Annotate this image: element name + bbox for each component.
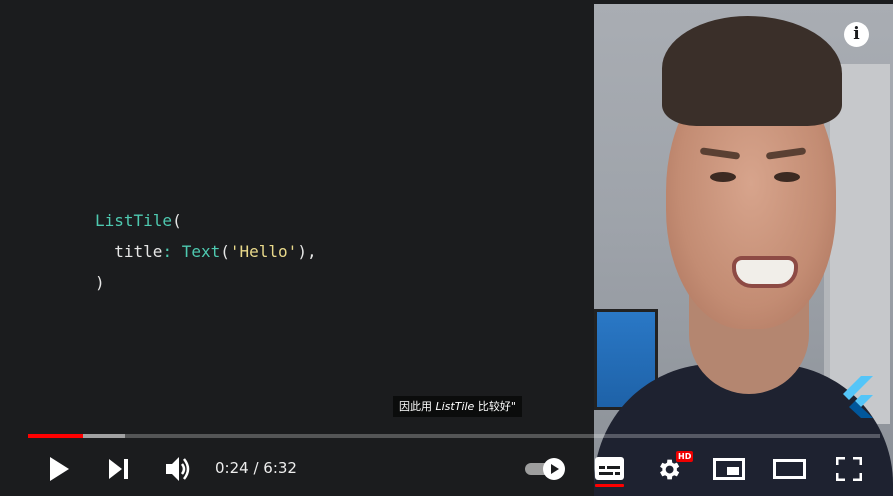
presenter-eye-left [710, 172, 736, 182]
video-player[interactable]: ListTile( title: Text('Hello'), ) i 因此用 … [0, 0, 893, 496]
presenter-eye-right [774, 172, 800, 182]
progress-track [28, 434, 880, 438]
fullscreen-icon [836, 457, 862, 481]
autoplay-toggle[interactable] [524, 457, 568, 481]
volume-icon [166, 457, 190, 481]
presenter-camera [594, 4, 893, 496]
progress-played [28, 434, 83, 438]
flutter-logo-icon [843, 376, 873, 418]
code-line-1: ListTile( [95, 211, 182, 230]
subtitles-button[interactable] [595, 457, 624, 480]
code-line-3: ) [95, 273, 105, 292]
presenter-mouth [732, 256, 798, 288]
time-display: 0:24 / 6:32 [215, 459, 297, 477]
play-button[interactable] [48, 456, 70, 482]
subtitle-caption: 因此用 ListTile 比较好" [393, 396, 522, 417]
code-line-2: title: Text('Hello'), [114, 242, 317, 261]
next-button[interactable] [108, 458, 130, 480]
subtitles-icon [595, 457, 624, 480]
miniplayer-icon [713, 458, 745, 480]
time-current: 0:24 [215, 459, 249, 477]
progress-bar[interactable] [28, 433, 880, 440]
fullscreen-button[interactable] [836, 457, 862, 481]
hd-badge: HD [676, 451, 694, 462]
info-icon[interactable]: i [844, 22, 869, 47]
code-block: ListTile( title: Text('Hello'), ) [95, 205, 317, 298]
presenter-hair [662, 16, 842, 126]
autoplay-toggle-icon [525, 458, 565, 480]
subtitles-active-indicator [595, 484, 624, 487]
play-icon [50, 457, 69, 481]
theater-mode-icon [773, 459, 806, 479]
miniplayer-button[interactable] [713, 458, 745, 480]
time-total: 6:32 [263, 459, 297, 477]
theater-mode-button[interactable] [773, 459, 806, 479]
next-icon [109, 459, 128, 479]
volume-button[interactable] [165, 456, 193, 482]
